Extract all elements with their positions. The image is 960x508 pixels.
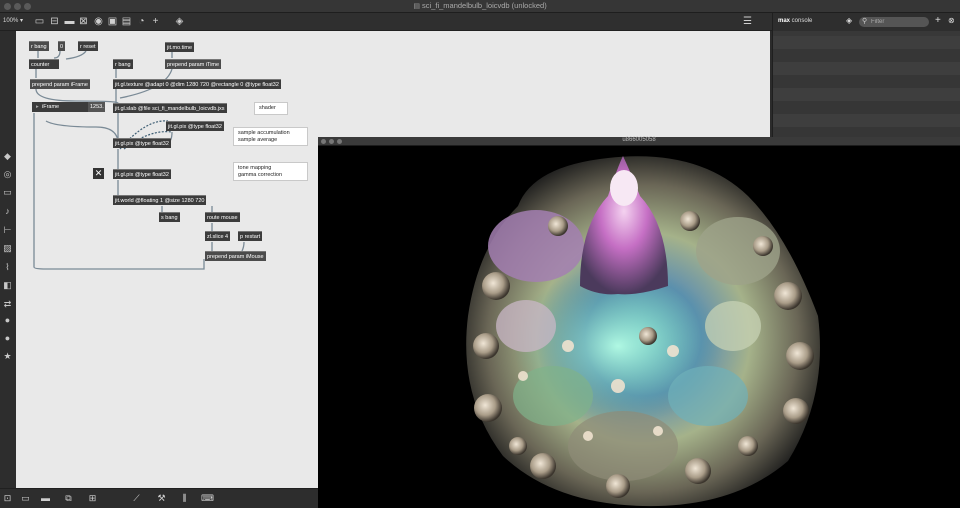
arrows-icon[interactable]: ⇄ <box>2 299 13 309</box>
add-object-icon[interactable]: + <box>150 16 161 27</box>
console-title: max console <box>778 18 812 24</box>
zl-slice-object[interactable]: zl.slice 4 <box>205 231 231 241</box>
cord-iframe-slab <box>35 88 119 104</box>
target-icon[interactable]: ◎ <box>2 169 13 179</box>
debug-icon[interactable]: ⊞ <box>87 493 98 504</box>
patcher-toolbar: 100% ▾ ▭ ⊟ ▬ ⊠ ◉ ▣ ▤ ◔ + ◈ ☰ <box>0 13 772 31</box>
counter-object[interactable]: counter <box>29 59 59 69</box>
jit-world-render-window: u866005058 <box>318 137 960 508</box>
jit-world-object[interactable]: jit.world @floating 1 @size 1280 720 <box>113 195 207 205</box>
star-icon[interactable]: ★ <box>2 351 13 361</box>
cord-zero-counter <box>53 50 61 59</box>
window-titlebar: ▤ sci_fi_mandelbulb_loicvdb (unlocked) <box>0 0 960 13</box>
rreset-receive[interactable]: r reset <box>78 41 98 51</box>
layers-icon[interactable]: ⧉ <box>63 493 74 504</box>
new-dial-icon[interactable]: ◔ <box>136 16 147 27</box>
console-title-rest: console <box>790 18 813 24</box>
iframe-number-box[interactable]: ▸ iFrame 1253. <box>32 102 105 112</box>
document-icon: ▤ <box>413 3 420 10</box>
new-comment-icon[interactable]: ▬ <box>64 16 75 27</box>
jit-gl-slab-object[interactable]: jit.gl.slab @file sci_fi_mandelbulb_loic… <box>113 103 227 113</box>
sidebar-toggle-icon[interactable]: ☰ <box>742 16 753 27</box>
jitmotime-object[interactable]: jit.mo.time <box>165 42 195 52</box>
mute-icon[interactable]: ◈ <box>174 16 185 27</box>
rbang-receive-2[interactable]: r bang <box>113 59 133 69</box>
toggle-x[interactable]: ✕ <box>93 168 104 179</box>
cord-iframe-pix <box>45 120 119 142</box>
diamond-icon[interactable]: ◈ <box>846 16 852 25</box>
split-icon[interactable]: ⊢ <box>2 225 13 235</box>
left-sidebar-toolbar: ◆ ◎ ▭ ♪ ⊢ ▨ ⌇ ◧ ⇄ ● ● ★ <box>0 31 16 488</box>
new-message-icon[interactable]: ▣ <box>107 16 118 27</box>
new-button-icon[interactable]: ◉ <box>93 16 104 27</box>
search-icon: ⚲ <box>862 18 868 25</box>
lock-icon[interactable]: ⊡ <box>2 493 13 504</box>
zero-message[interactable]: 0 <box>58 41 66 51</box>
p-restart-subpatcher[interactable]: p restart <box>238 231 263 241</box>
presentation-icon[interactable]: ▭ <box>34 16 45 27</box>
rbang-receive-1[interactable]: r bang <box>29 41 49 51</box>
tone-comment: tone mapping gamma correction <box>233 162 308 181</box>
prepend-imouse-object[interactable]: prepend param iMouse <box>205 251 266 261</box>
info-icon[interactable]: ● <box>2 315 13 325</box>
cord-loop-left <box>33 113 205 270</box>
console-row <box>773 49 960 62</box>
new-number-icon[interactable]: ▤ <box>121 16 132 27</box>
prepend-itime-object[interactable]: prepend param iTime <box>165 59 222 69</box>
wrench-icon[interactable]: ⚒ <box>156 493 167 504</box>
new-toggle-icon[interactable]: ⊠ <box>78 16 89 27</box>
cord-reset-counter <box>65 50 87 60</box>
shader-comment: shader <box>254 102 288 115</box>
cube-icon[interactable]: ◆ <box>2 151 13 161</box>
comment-icon[interactable]: ▬ <box>40 493 51 503</box>
console-title-bold: max <box>778 18 791 24</box>
bottom-toolbar: ⊡ ▭ ▬ ⧉ ⊞ ⟋ ⚒ ⫼ ⌨ <box>0 488 318 508</box>
jit-gl-pix-object-2[interactable]: jit.gl.pix @type float32 <box>166 121 224 131</box>
zoom-dropdown[interactable]: 100% ▾ <box>3 17 23 24</box>
filter-field[interactable]: ⚲ <box>859 17 929 27</box>
jit-gl-pix-object-1[interactable]: jit.gl.pix @type float32 <box>113 138 171 148</box>
jit-gl-texture-object[interactable]: jit.gl.texture @adapt 0 @dim 1280 720 @r… <box>113 79 281 89</box>
cord-restart <box>241 241 245 252</box>
iframe-label: iFrame <box>42 104 60 110</box>
console-row <box>773 101 960 114</box>
clear-icon[interactable]: ⊗ <box>948 16 955 25</box>
console-row <box>773 36 960 49</box>
sample-comment: sample accumulation sample average <box>233 127 308 146</box>
paperclip-icon[interactable]: ⌇ <box>2 262 13 272</box>
columns-icon[interactable]: ⫼ <box>179 493 190 504</box>
console-row <box>773 114 960 127</box>
package-icon[interactable]: ◧ <box>2 280 13 290</box>
wand-icon[interactable]: ⟋ <box>131 493 142 504</box>
route-mouse-object[interactable]: route mouse <box>205 212 240 222</box>
window-title-text: sci_fi_mandelbulb_loicvdb (unlocked) <box>422 1 547 10</box>
console-header: max console ◈ ⚲ + ⊗ <box>773 13 960 31</box>
sample-average-text: sample average <box>238 136 278 143</box>
music-note-icon[interactable]: ♪ <box>2 206 13 216</box>
jit-gl-pix-object-3[interactable]: jit.gl.pix @type float32 <box>113 169 171 179</box>
sbang-send[interactable]: s bang <box>159 212 180 222</box>
window-icon[interactable]: ▭ <box>2 187 13 197</box>
render-window-title: u866005058 <box>622 137 656 143</box>
console-row <box>773 75 960 88</box>
gamma-correction-text: gamma correction <box>238 171 283 178</box>
play-triangle-icon: ▸ <box>36 104 39 110</box>
console-row <box>773 62 960 75</box>
new-object-icon[interactable]: ⊟ <box>49 16 60 27</box>
mandelbulb-render <box>318 146 960 508</box>
render-window-titlebar: u866005058 <box>318 137 960 146</box>
keyboard-icon[interactable]: ⌨ <box>201 493 214 504</box>
filter-input[interactable] <box>871 17 925 27</box>
prepend-iframe-object[interactable]: prepend param iFrame <box>30 79 90 89</box>
presentation-mode-icon[interactable]: ▭ <box>20 493 31 504</box>
add-icon[interactable]: + <box>935 15 941 26</box>
console-row <box>773 88 960 101</box>
iframe-value: 1253. <box>88 102 105 112</box>
console-row <box>773 127 960 137</box>
image-icon[interactable]: ▨ <box>2 243 13 253</box>
window-title: ▤ sci_fi_mandelbulb_loicvdb (unlocked) <box>0 1 960 10</box>
help-icon[interactable]: ● <box>2 333 13 343</box>
